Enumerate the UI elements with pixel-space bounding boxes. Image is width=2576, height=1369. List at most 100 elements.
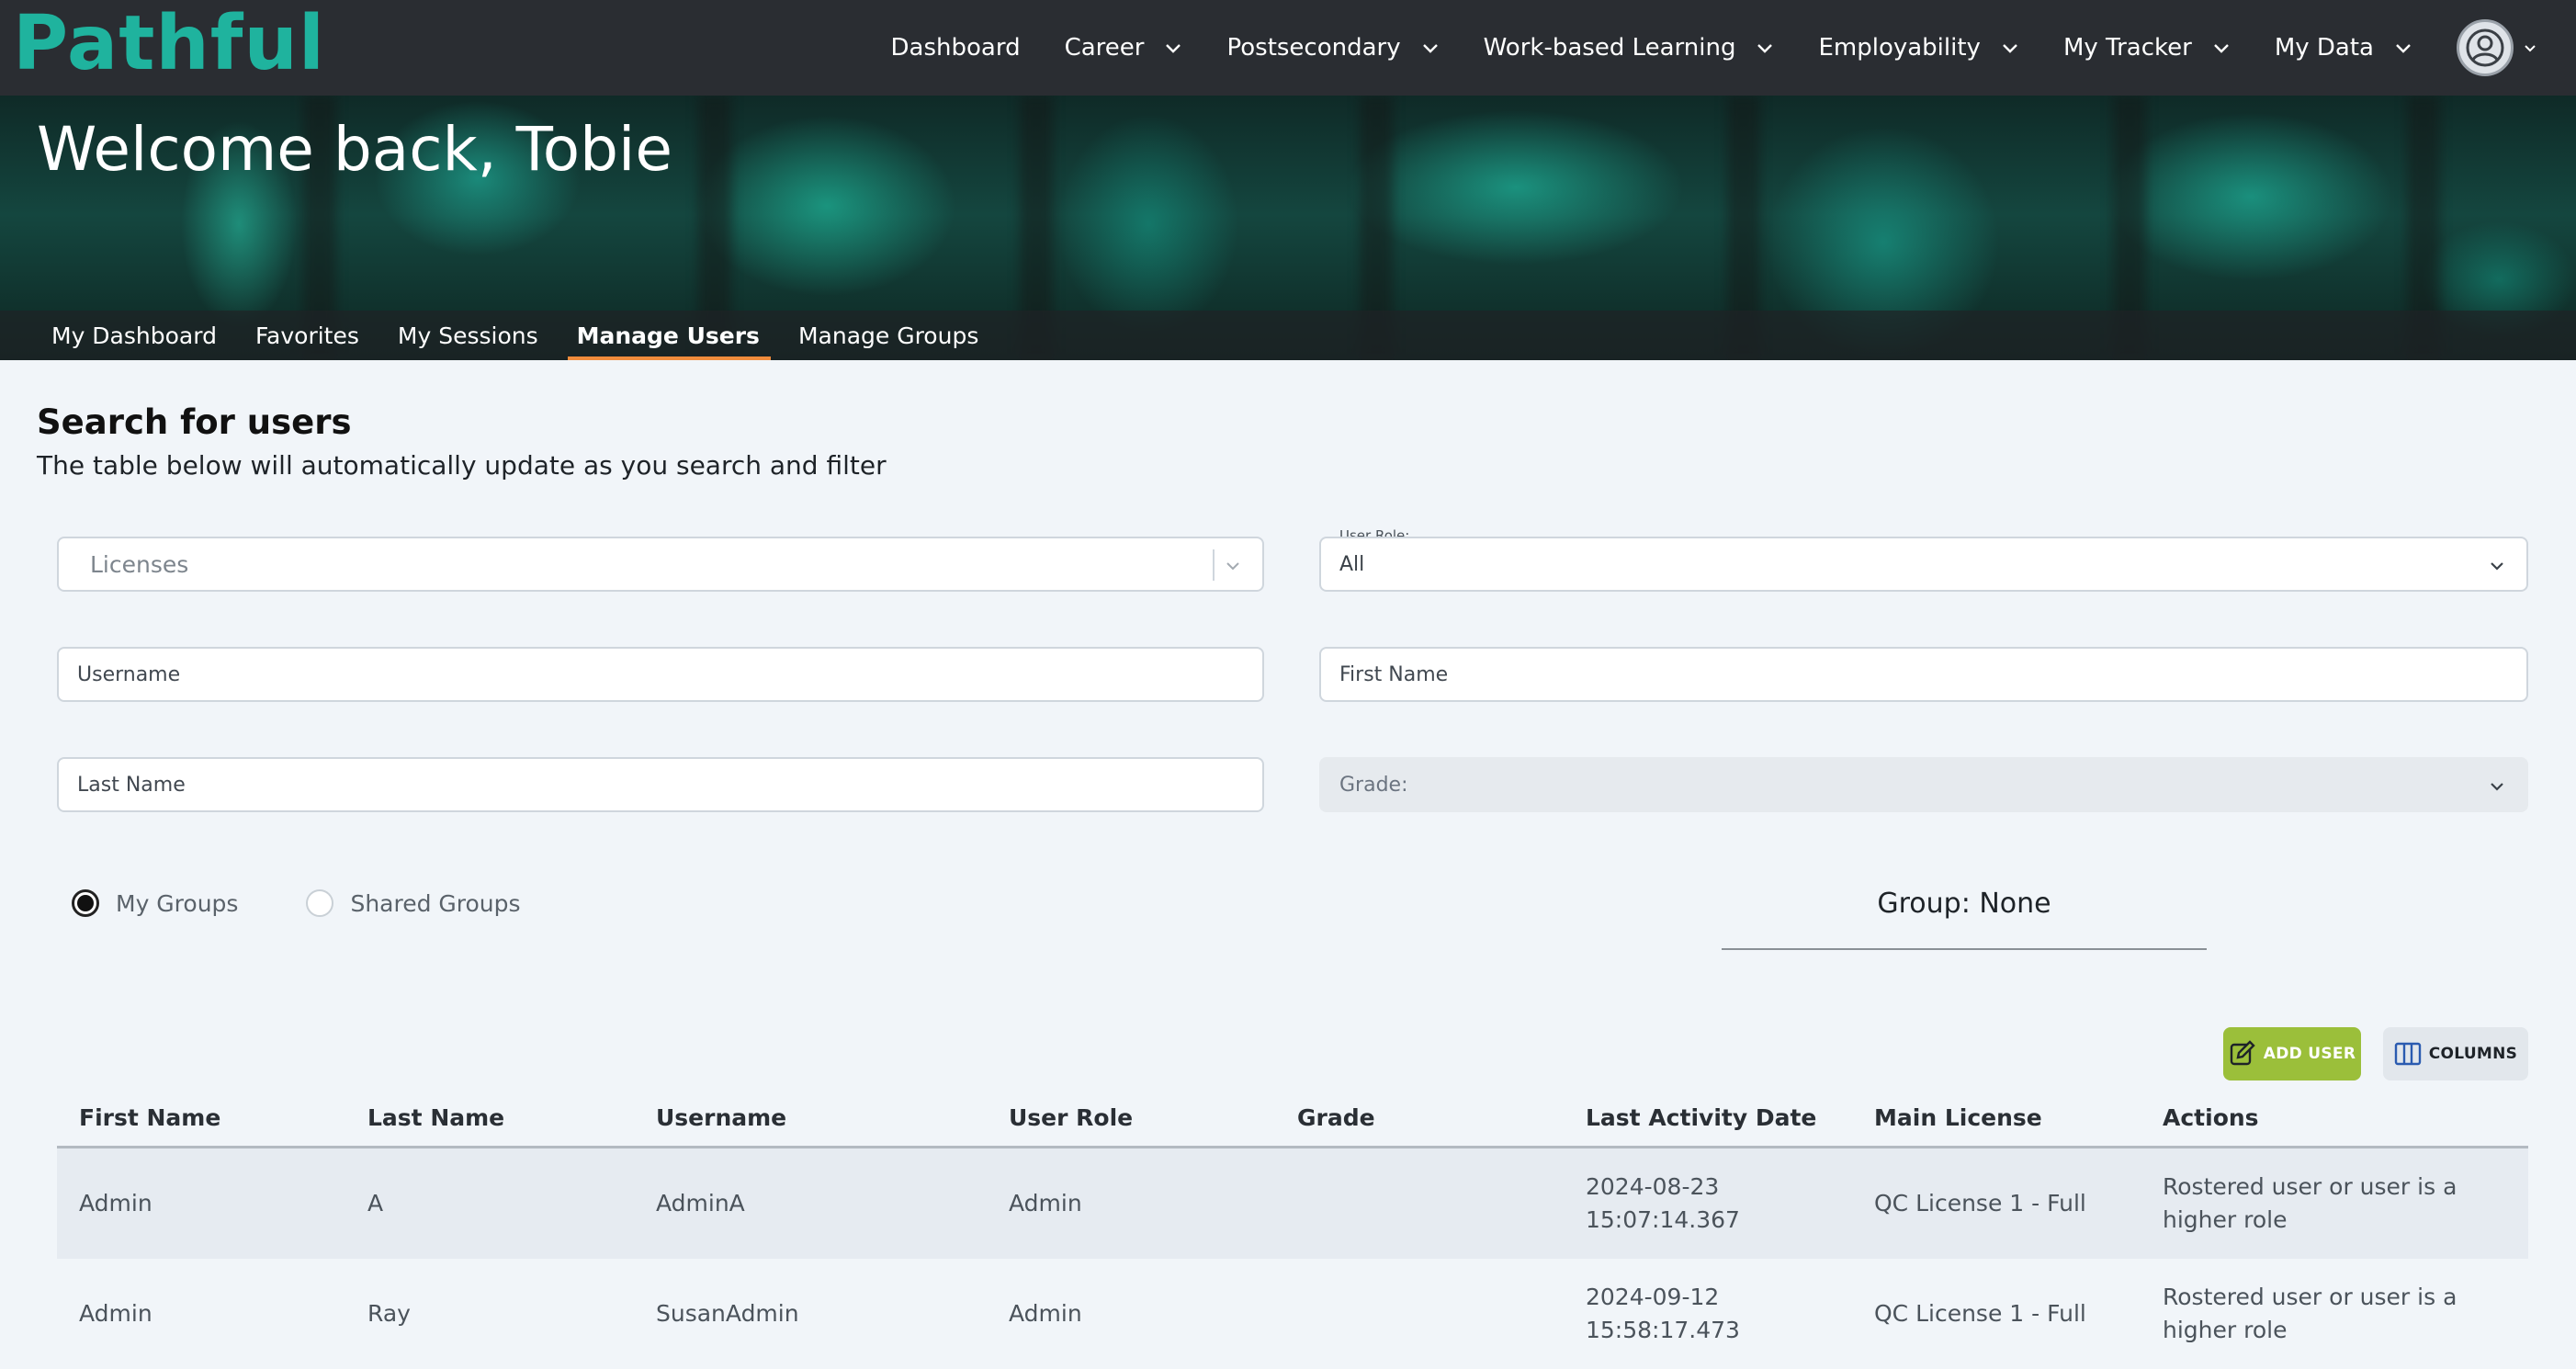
- cell-username: AdminA: [656, 1190, 745, 1216]
- group-underline: [1722, 948, 2207, 950]
- nav-work-based-learning-label: Work-based Learning: [1483, 34, 1736, 62]
- col-last-name[interactable]: Last Name: [345, 1104, 634, 1131]
- pathful-logo[interactable]: Pathful: [13, 0, 325, 87]
- chevron-down-icon: [1757, 44, 1773, 53]
- nav-my-data[interactable]: My Data: [2275, 34, 2412, 62]
- chevron-down-icon: [1166, 44, 1181, 53]
- username-input[interactable]: Username: [57, 647, 1264, 702]
- nav-my-tracker-label: My Tracker: [2062, 34, 2192, 62]
- nav-dashboard-label: Dashboard: [890, 34, 1021, 62]
- col-username[interactable]: Username: [634, 1104, 987, 1131]
- tab-favorites[interactable]: Favorites: [255, 322, 359, 360]
- my-groups-label[interactable]: My Groups: [116, 890, 238, 917]
- chevron-down-icon: [2491, 562, 2503, 571]
- first-name-input[interactable]: First Name: [1319, 647, 2528, 702]
- nav-employability-label: Employability: [1818, 34, 1981, 62]
- tab-manage-users[interactable]: Manage Users: [567, 322, 772, 360]
- cell-user-role: Admin: [1009, 1190, 1082, 1216]
- welcome-heading: Welcome back, Tobie: [37, 114, 673, 185]
- grade-placeholder: Grade:: [1339, 773, 1408, 797]
- nav-career[interactable]: Career: [1065, 34, 1183, 62]
- licenses-select[interactable]: Licenses: [57, 537, 1264, 592]
- users-table: First Name Last Name Username User Role …: [57, 1090, 2528, 1369]
- licenses-placeholder: Licenses: [90, 550, 189, 578]
- actions-text: Rostered user or user is a: [2163, 1284, 2457, 1310]
- actions-text: higher role: [2163, 1317, 2288, 1343]
- user-menu[interactable]: [2457, 19, 2537, 76]
- nav-my-data-label: My Data: [2274, 34, 2374, 62]
- username-placeholder: Username: [77, 662, 181, 686]
- shared-groups-radio[interactable]: [306, 889, 334, 917]
- group-scope-radios: My Groups Shared Groups: [72, 889, 589, 917]
- chevron-down-icon: [2003, 44, 2017, 53]
- tab-my-dashboard[interactable]: My Dashboard: [51, 322, 217, 360]
- shared-groups-label[interactable]: Shared Groups: [350, 890, 520, 917]
- group-selector[interactable]: Group: None: [1722, 888, 2207, 920]
- first-name-placeholder: First Name: [1339, 662, 1449, 686]
- last-name-input[interactable]: Last Name: [57, 757, 1264, 812]
- last-activity-date: 2024-09-12: [1586, 1284, 1720, 1310]
- last-name-placeholder: Last Name: [77, 773, 186, 797]
- cell-actions: Rostered user or user is a higher role: [2141, 1281, 2471, 1347]
- cell-actions: Rostered user or user is a higher role: [2141, 1171, 2471, 1237]
- last-activity-time: 15:58:17.473: [1586, 1317, 1740, 1343]
- select-separator: [1213, 549, 1215, 581]
- table-row[interactable]: Admin Ray SusanAdmin Admin 2024-09-12 15…: [57, 1259, 2528, 1369]
- col-last-activity-date[interactable]: Last Activity Date: [1564, 1104, 1852, 1131]
- my-groups-radio[interactable]: [72, 889, 99, 917]
- chevron-down-icon: [2525, 45, 2536, 52]
- user-silhouette-icon: [2466, 28, 2504, 67]
- user-role-select[interactable]: All: [1319, 537, 2528, 592]
- cell-last-name: A: [367, 1190, 384, 1216]
- top-nav: Pathful Dashboard Career Postsecondary W…: [0, 0, 2576, 96]
- col-user-role[interactable]: User Role: [987, 1104, 1275, 1131]
- nav-postsecondary-label: Postsecondary: [1226, 34, 1401, 62]
- nav-postsecondary[interactable]: Postsecondary: [1226, 34, 1439, 62]
- chevron-down-icon: [2213, 44, 2229, 53]
- add-user-button[interactable]: ADD USER: [2223, 1027, 2361, 1080]
- chevron-down-icon: [2396, 44, 2411, 53]
- table-header: First Name Last Name Username User Role …: [57, 1090, 2528, 1148]
- nav-career-label: Career: [1064, 34, 1145, 62]
- last-activity-date: 2024-08-23: [1586, 1173, 1720, 1200]
- chevron-down-icon: [2491, 783, 2503, 791]
- welcome-banner: Welcome back, Tobie My Dashboard Favorit…: [0, 96, 2576, 360]
- columns-label: COLUMNS: [2428, 1045, 2518, 1063]
- col-actions: Actions: [2163, 1104, 2259, 1131]
- user-role-value: All: [1339, 552, 1365, 576]
- cell-first-name: Admin: [79, 1300, 153, 1327]
- chevron-down-icon: [1422, 44, 1438, 53]
- col-main-license[interactable]: Main License: [1852, 1104, 2141, 1131]
- tab-manage-groups[interactable]: Manage Groups: [798, 322, 978, 360]
- col-grade[interactable]: Grade: [1275, 1104, 1564, 1131]
- grade-select[interactable]: Grade:: [1319, 757, 2528, 812]
- last-activity-time: 15:07:14.367: [1586, 1206, 1740, 1233]
- cell-main-license: QC License 1 - Full: [1874, 1190, 2086, 1216]
- cell-last-activity: 2024-08-23 15:07:14.367: [1564, 1171, 1852, 1237]
- search-description: The table below will automatically updat…: [37, 450, 887, 481]
- cell-username: SusanAdmin: [656, 1300, 799, 1327]
- nav-work-based-learning[interactable]: Work-based Learning: [1484, 34, 1775, 62]
- actions-text: Rostered user or user is a: [2163, 1173, 2457, 1200]
- columns-icon: [2394, 1042, 2421, 1066]
- tab-my-sessions[interactable]: My Sessions: [398, 322, 538, 360]
- cell-first-name: Admin: [79, 1190, 153, 1216]
- user-circle-icon: [2457, 19, 2514, 76]
- col-first-name[interactable]: First Name: [57, 1104, 345, 1131]
- nav-employability[interactable]: Employability: [1818, 34, 2018, 62]
- edit-icon: [2230, 1040, 2255, 1066]
- chevron-down-icon: [1226, 562, 1239, 571]
- actions-text: higher role: [2163, 1206, 2288, 1233]
- columns-button[interactable]: COLUMNS: [2383, 1027, 2528, 1080]
- search-heading: Search for users: [37, 402, 352, 442]
- dashboard-subtabs: My Dashboard Favorites My Sessions Manag…: [0, 311, 2576, 360]
- nav-my-tracker[interactable]: My Tracker: [2063, 34, 2231, 62]
- nav-dashboard[interactable]: Dashboard: [891, 34, 1021, 62]
- cell-last-activity: 2024-09-12 15:58:17.473: [1564, 1281, 1852, 1347]
- cell-user-role: Admin: [1009, 1300, 1082, 1327]
- main-menu: Dashboard Career Postsecondary Work-base…: [891, 0, 2576, 96]
- cell-last-name: Ray: [367, 1300, 411, 1327]
- table-row[interactable]: Admin A AdminA Admin 2024-08-23 15:07:14…: [57, 1148, 2528, 1259]
- cell-main-license: QC License 1 - Full: [1874, 1300, 2086, 1327]
- add-user-label: ADD USER: [2263, 1045, 2356, 1063]
